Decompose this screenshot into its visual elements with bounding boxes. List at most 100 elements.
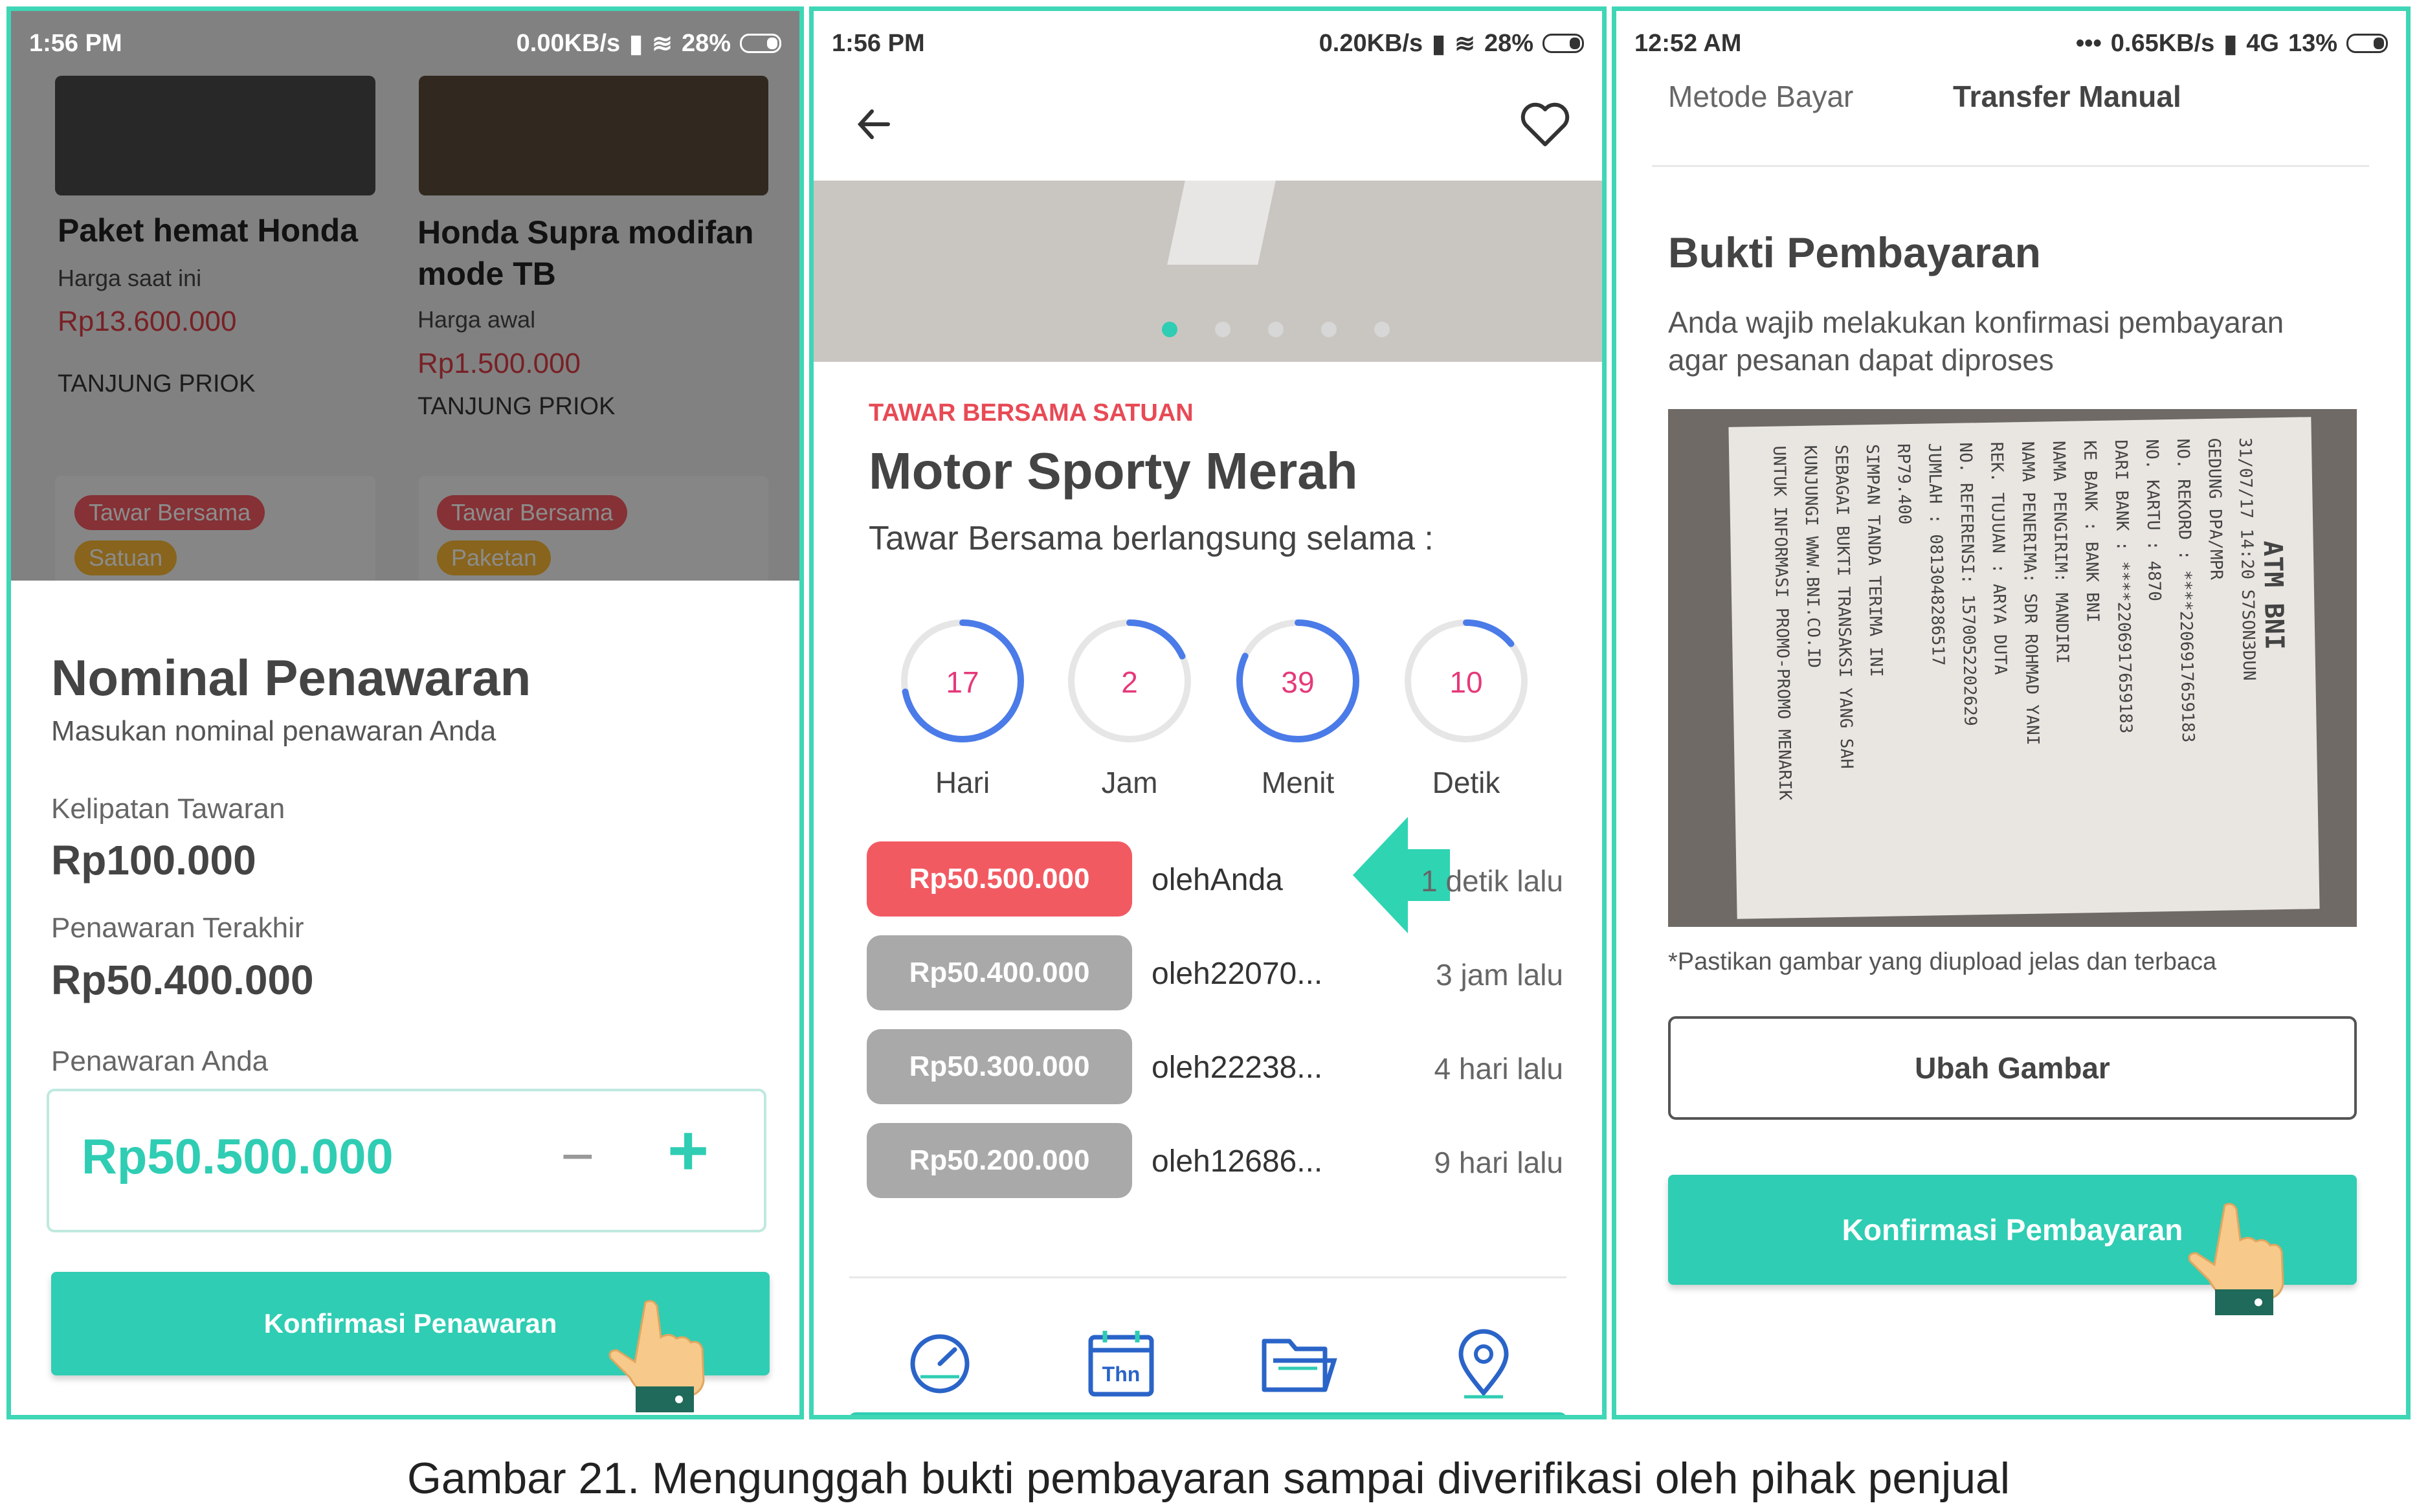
kelipatan-value: Rp100.000: [51, 837, 256, 884]
penawaran-terakhir-label: Penawaran Terakhir: [51, 912, 304, 944]
bid-time: 9 hari lalu: [1434, 1146, 1563, 1179]
signal-icon: ▮: [629, 30, 643, 58]
receipt-line: GEDUNG DPA/MPR: [2203, 438, 2226, 581]
battery-icon: [2346, 34, 2388, 53]
bid-user: oleh12686...: [1152, 1144, 1323, 1179]
bid-amount: Rp50.400.000: [867, 935, 1132, 1010]
more-icon: •••: [2075, 29, 2102, 57]
carousel-dot[interactable]: [1268, 322, 1284, 337]
figure-caption: Gambar 21. Mengunggah bukti pembayaran s…: [407, 1454, 2010, 1503]
bid-user: oleh22238...: [1152, 1051, 1323, 1085]
upload-note: *Pastikan gambar yang diupload jelas dan…: [1668, 948, 2217, 975]
network-speed: 0.65KB/s: [2110, 29, 2215, 57]
battery-level: 28%: [681, 29, 731, 57]
countdown-label-jam: Jam: [1101, 766, 1158, 799]
product-image-carousel[interactable]: [814, 181, 1602, 362]
countdown-value-hari: 17: [946, 665, 979, 699]
battery-icon: [1543, 34, 1584, 53]
receipt-line: NO. REFERENSI: 1570052202629: [1955, 442, 1980, 727]
receipt-line: DARI BANK : ****2206917659183: [2110, 439, 2135, 734]
countdown-label-menit: Menit: [1261, 766, 1335, 799]
receipt-line: UNTUK INFORMASI PROMO-PROMO MENARIK: [1768, 445, 1795, 801]
receipt-line: ATM BNI: [2257, 540, 2289, 650]
auction-detail-screen: 1:56 PM 0.20KB/s ▮ ≋ 28% TAWAR BERSAMA S…: [809, 6, 1607, 1419]
bid-amount-screen: Paket hemat Honda Harga saat ini Rp13.60…: [6, 6, 804, 1419]
sheet-subtitle: Masukan nominal penawaran Anda: [51, 715, 496, 747]
kelipatan-label: Kelipatan Tawaran: [51, 793, 285, 825]
carousel-dot[interactable]: [1215, 322, 1231, 337]
folder-icon[interactable]: [1260, 1335, 1338, 1396]
receipt-line: NO. KARTU : 4870: [2141, 439, 2165, 602]
battery-level: 28%: [1484, 29, 1533, 57]
countdown-value-detik: 10: [1449, 665, 1483, 699]
sheet-title: Nominal Penawaran: [51, 649, 531, 706]
bottom-action-bar[interactable]: [849, 1412, 1566, 1415]
bukti-pembayaran-description: Anda wajib melakukan konfirmasi pembayar…: [1668, 306, 2284, 377]
metode-bayar-value: Transfer Manual: [1953, 80, 2181, 113]
ubah-gambar-button[interactable]: Ubah Gambar: [1668, 1016, 2357, 1120]
receipt-line: SIMPAN TANDA TERIMA INI: [1862, 443, 1886, 678]
increment-button[interactable]: +: [667, 1109, 709, 1192]
pointing-hand-icon: [608, 1300, 705, 1412]
bukti-pembayaran-title: Bukti Pembayaran: [1668, 228, 2041, 276]
speedometer-icon[interactable]: [904, 1331, 975, 1396]
bid-time: 1 detik lalu: [1421, 864, 1563, 898]
status-time: 12:52 AM: [1634, 29, 1742, 57]
penawaran-anda-label: Penawaran Anda: [51, 1045, 269, 1077]
countdown-value-jam: 2: [1121, 665, 1138, 699]
bid-amount: Rp50.500.000: [867, 841, 1132, 917]
wifi-icon: ≋: [652, 30, 673, 58]
modal-overlay[interactable]: [11, 11, 799, 581]
receipt-line: SEBAGAI BUKTI TRANSAKSI YANG SAH: [1831, 444, 1856, 769]
calendar-thn-text: Thn: [1102, 1362, 1141, 1386]
location-pin-icon[interactable]: [1454, 1328, 1513, 1401]
bid-user: olehAnda: [1152, 863, 1283, 897]
bid-user: oleh22070...: [1152, 957, 1323, 991]
product-title: Motor Sporty Merah: [869, 442, 1358, 500]
network-speed: 0.20KB/s: [1319, 29, 1423, 57]
battery-level: 13%: [2288, 29, 2337, 57]
favorite-heart-icon[interactable]: [1519, 100, 1571, 148]
bid-amount: Rp50.200.000: [867, 1123, 1132, 1198]
receipt-line: KE BANK : BANK BNI: [2079, 439, 2102, 623]
metode-bayar-label: Metode Bayar: [1668, 80, 1854, 113]
pointing-hand-icon: [2188, 1203, 2284, 1315]
countdown-label-detik: Detik: [1432, 766, 1500, 799]
signal-icon: ▮: [1432, 30, 1446, 58]
receipt-line: REK. TUJUAN : ARYA DUTA: [1986, 441, 2010, 675]
signal-icon: ▮: [2223, 30, 2238, 58]
network-speed: 0.00KB/s: [516, 29, 621, 57]
divider: [1652, 165, 2369, 167]
countdown-subtitle: Tawar Bersama berlangsung selama :: [869, 520, 1434, 557]
bid-amount-value[interactable]: Rp50.500.000: [82, 1129, 394, 1185]
network-type: 4G: [2246, 29, 2279, 57]
carousel-dot[interactable]: [1374, 322, 1390, 337]
battery-icon: [740, 34, 781, 53]
bid-time: 3 jam lalu: [1436, 958, 1563, 992]
auction-category: TAWAR BERSAMA SATUAN: [869, 399, 1194, 427]
receipt-line: NO. REKORD : ****2206917659183: [2172, 438, 2198, 743]
payment-receipt-image[interactable]: ATM BNI 31/07/17 14:20 S7SON3DUN GEDUNG DP…: [1668, 409, 2357, 927]
decrement-button[interactable]: −: [561, 1124, 595, 1190]
status-time: 1:56 PM: [29, 29, 122, 57]
countdown-label-hari: Hari: [935, 766, 990, 799]
carousel-dot-active[interactable]: [1162, 322, 1177, 337]
status-time: 1:56 PM: [832, 29, 925, 57]
wifi-icon: ≋: [1454, 30, 1475, 58]
payment-proof-screen: 12:52 AM ••• 0.65KB/s ▮ 4G 13% Metode Ba…: [1612, 6, 2411, 1419]
countdown-value-menit: 39: [1281, 665, 1315, 699]
receipt-line: 31/07/17 14:20 S7SON3DUN: [2234, 437, 2259, 681]
receipt-line: NAMA PENERIMA: SDR ROHMAD YANI: [2017, 441, 2043, 746]
back-arrow-icon[interactable]: [852, 102, 898, 147]
status-bar: 1:56 PM 0.00KB/s ▮ ≋ 28%: [11, 11, 799, 76]
bid-amount: Rp50.300.000: [867, 1029, 1132, 1104]
carousel-dot[interactable]: [1321, 322, 1337, 337]
receipt-line: RP79.400: [1893, 443, 1915, 525]
receipt-line: KUNJUNGI WWW.BNI.CO.ID: [1799, 445, 1823, 669]
divider: [849, 1276, 1566, 1278]
bid-amount-input[interactable]: Rp50.500.000 − +: [47, 1089, 766, 1232]
calendar-icon[interactable]: Thn: [1086, 1328, 1157, 1398]
bid-time: 4 hari lalu: [1434, 1052, 1563, 1085]
status-bar: 1:56 PM 0.20KB/s ▮ ≋ 28%: [814, 11, 1602, 76]
status-bar: 12:52 AM ••• 0.65KB/s ▮ 4G 13%: [1616, 11, 2406, 76]
